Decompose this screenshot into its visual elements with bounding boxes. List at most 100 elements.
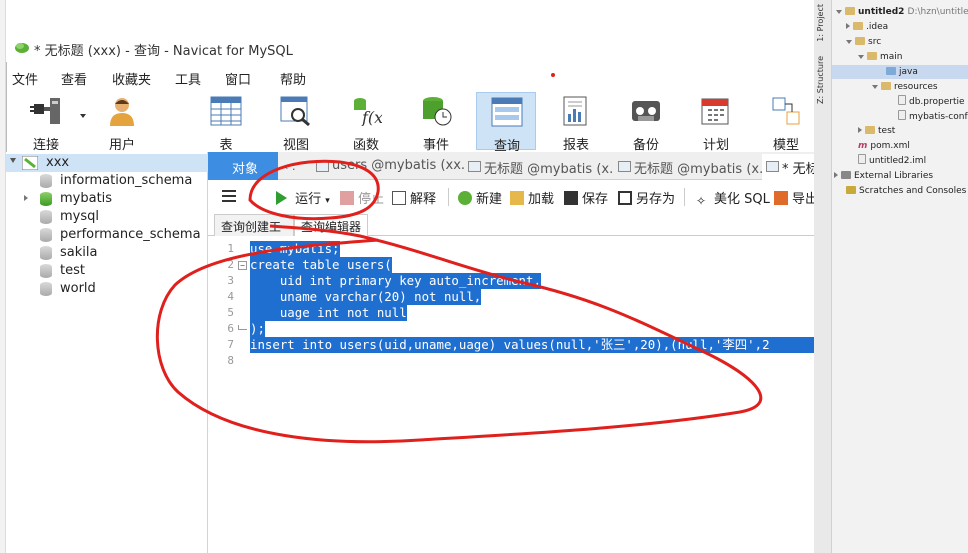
- connect-button[interactable]: 连接: [16, 92, 76, 153]
- menu-window[interactable]: 窗口: [225, 69, 251, 88]
- ide-tree-item[interactable]: resources: [872, 80, 938, 94]
- tree-label: Scratches and Consoles: [859, 186, 967, 196]
- run-button[interactable]: 运行 ▾: [276, 188, 330, 207]
- db-label: test: [60, 263, 85, 278]
- tab-query-active[interactable]: * 无标: [762, 154, 814, 180]
- folder-icon: [853, 22, 863, 30]
- tree-label: java: [899, 67, 918, 77]
- ide-tree-item[interactable]: mybatis-conf: [898, 110, 968, 124]
- connection-label: xxx: [46, 155, 70, 170]
- report-button[interactable]: 报表: [546, 92, 606, 153]
- window-title: * 无标题 (xxx) - 查询 - Navicat for MySQL: [34, 44, 293, 59]
- ide-tree-item[interactable]: m pom.xml: [858, 139, 910, 153]
- code-line: );: [250, 321, 265, 337]
- db-item[interactable]: sakila: [6, 244, 208, 262]
- menu-tools[interactable]: 工具: [175, 69, 201, 88]
- db-item[interactable]: performance_schema: [6, 226, 208, 244]
- db-item[interactable]: world: [6, 280, 208, 298]
- menu-view[interactable]: 查看: [61, 69, 87, 88]
- module-file-icon: [858, 154, 866, 164]
- collapse-icon[interactable]: [858, 127, 862, 133]
- db-item[interactable]: mybatis: [6, 190, 208, 208]
- event-button[interactable]: 事件: [406, 92, 466, 153]
- export-button[interactable]: 导出: [774, 188, 818, 207]
- menu-hamburger-icon[interactable]: [222, 190, 236, 202]
- function-button[interactable]: f(x) 函数: [336, 92, 396, 153]
- tab-scroll-left-icon[interactable]: ‹ :: [284, 160, 296, 173]
- tab-label: 无标题 @mybatis (x...: [484, 162, 614, 177]
- tab-query-2[interactable]: 无标题 @mybatis (x...: [614, 154, 762, 180]
- ide-tree-item[interactable]: db.propertie: [898, 95, 965, 109]
- database-icon: [40, 228, 52, 242]
- expand-icon[interactable]: [872, 85, 878, 89]
- collapse-icon[interactable]: [834, 172, 838, 178]
- connect-dropdown-icon[interactable]: [80, 114, 86, 118]
- db-item[interactable]: information_schema: [6, 172, 208, 190]
- ide-tree-item[interactable]: src: [846, 35, 881, 49]
- project-tool-tab[interactable]: 1: Project: [816, 4, 825, 42]
- ide-tree-item[interactable]: untitled2.iml: [858, 154, 926, 168]
- model-label: 模型: [772, 138, 799, 153]
- tab-query-builder[interactable]: 查询创建工具: [214, 214, 294, 251]
- ide-tree-project[interactable]: untitled2 D:\hzn\untitled: [836, 5, 968, 19]
- tab-label: * 无标: [782, 162, 814, 177]
- database-icon: [40, 264, 52, 278]
- expand-icon[interactable]: [836, 10, 842, 14]
- menu-bar: 文件 查看 收藏夹 工具 窗口 帮助: [6, 66, 814, 88]
- menu-help[interactable]: 帮助: [280, 69, 306, 88]
- tab-query-editor[interactable]: 查询编辑器: [294, 214, 368, 236]
- code-line: insert into users(uid,uname,uage) values…: [250, 337, 814, 353]
- tab-objects[interactable]: 对象: [208, 152, 278, 180]
- table-button[interactable]: 表: [196, 92, 256, 153]
- calendar-icon: [701, 98, 729, 125]
- tree-label: .idea: [866, 22, 889, 32]
- db-item[interactable]: test: [6, 262, 208, 280]
- tree-label: src: [868, 37, 882, 47]
- expand-icon[interactable]: [858, 55, 864, 59]
- tab-query-1[interactable]: 无标题 @mybatis (x...: [464, 154, 614, 180]
- line-number: 2: [227, 258, 234, 271]
- db-item[interactable]: mysql: [6, 208, 208, 226]
- red-dot-annotation: [551, 73, 555, 77]
- ide-tree-item[interactable]: External Libraries: [834, 169, 933, 183]
- save-as-button[interactable]: 另存为: [618, 188, 675, 207]
- expand-chevron-icon[interactable]: [24, 195, 28, 201]
- expand-icon[interactable]: [846, 40, 852, 44]
- expand-chevron-icon[interactable]: [10, 158, 16, 163]
- ide-tree-item[interactable]: Scratches and Consoles: [846, 184, 966, 198]
- backup-button[interactable]: 备份: [616, 92, 676, 153]
- tree-label: untitled2.iml: [869, 156, 927, 166]
- menu-favorites[interactable]: 收藏夹: [112, 69, 151, 88]
- schedule-button[interactable]: 计划: [686, 92, 746, 153]
- view-button[interactable]: 视图: [266, 92, 326, 153]
- structure-tool-tab[interactable]: Z: Structure: [816, 56, 825, 104]
- save-button[interactable]: 保存: [564, 188, 608, 207]
- save-as-label: 另存为: [636, 192, 676, 207]
- load-button[interactable]: 加载: [510, 188, 554, 207]
- beautify-sql-button[interactable]: ✧ 美化 SQL: [696, 188, 770, 208]
- menu-file[interactable]: 文件: [12, 69, 38, 88]
- new-label: 新建: [476, 192, 503, 207]
- code-line: uid int primary key auto_increment,: [250, 273, 541, 289]
- explain-button[interactable]: 解释: [392, 188, 436, 207]
- line-number: 7: [227, 338, 234, 351]
- sql-editor[interactable]: 1 2 3 4 5 6 7 8 − use mybatis; create ta…: [208, 236, 814, 553]
- tree-label: pom.xml: [870, 141, 910, 151]
- ide-tree-item[interactable]: main: [858, 50, 903, 64]
- model-button[interactable]: 模型: [756, 92, 816, 153]
- collapse-icon[interactable]: [846, 23, 850, 29]
- new-button[interactable]: 新建: [458, 188, 502, 207]
- save-label: 保存: [582, 192, 609, 207]
- ide-tree-item[interactable]: .idea: [846, 20, 888, 34]
- ide-tree-item[interactable]: test: [858, 124, 895, 138]
- connection-item-xxx[interactable]: xxx: [6, 154, 208, 172]
- query-subtabs: 查询创建工具 查询编辑器: [208, 212, 814, 251]
- fold-toggle-icon[interactable]: −: [238, 261, 247, 270]
- run-dropdown-icon[interactable]: ▾: [325, 196, 330, 206]
- ide-tree-item-selected[interactable]: java: [832, 65, 968, 79]
- main-toolbar: 连接 用户 表 视图 f(x) 函数 事件 查询 报表 备份 计划 模型: [6, 88, 816, 154]
- query-editor-label: 查询编辑器: [301, 220, 362, 234]
- user-button[interactable]: 用户: [92, 92, 152, 153]
- query-button[interactable]: 查询: [476, 92, 536, 154]
- tab-users-table[interactable]: users @mybatis (xx...: [312, 154, 464, 180]
